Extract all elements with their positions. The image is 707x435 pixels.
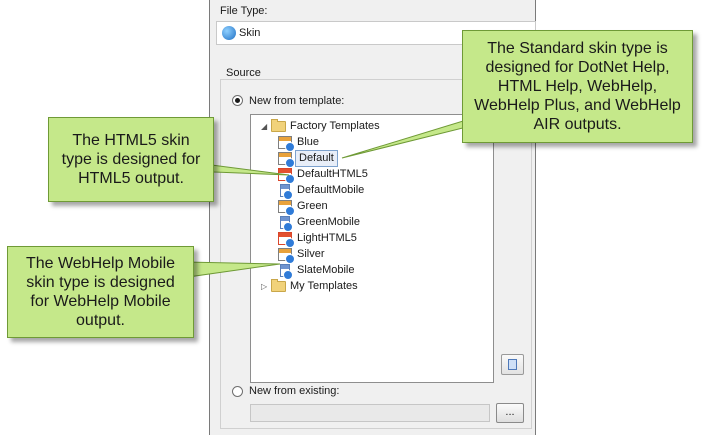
standard-skin-callout: The Standard skin type is designed for D… [462,30,693,143]
webhelp-mobile-callout: The WebHelp Mobile skin type is designed… [7,246,194,338]
mobile-callout-pointer [185,261,281,278]
html5-skin-callout: The HTML5 skin type is designed for HTML… [48,117,214,202]
